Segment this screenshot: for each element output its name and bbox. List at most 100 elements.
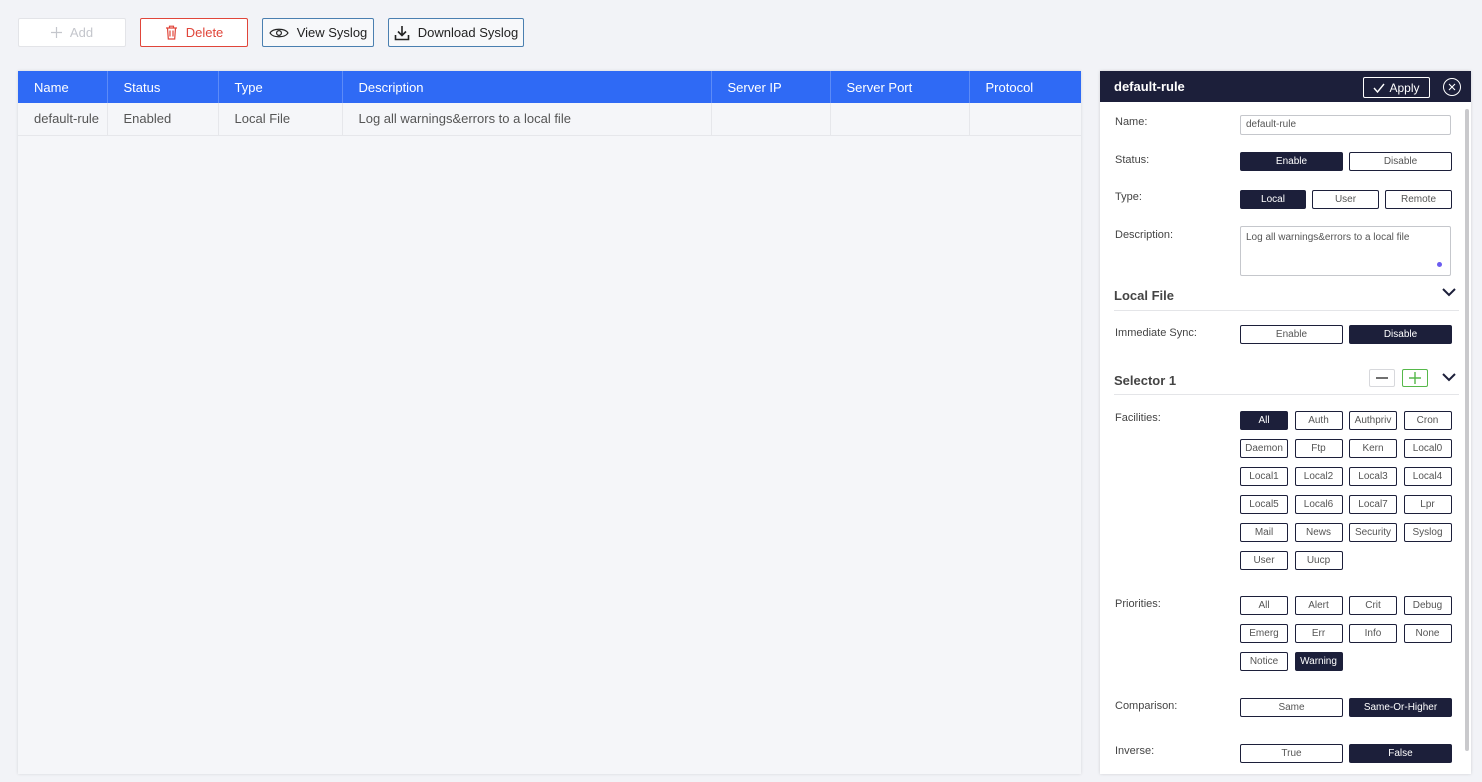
facility-chip-syslog[interactable]: Syslog	[1403, 523, 1452, 542]
inverse-true-option[interactable]: True	[1240, 744, 1343, 763]
type-remote-option[interactable]: Remote	[1385, 190, 1452, 209]
local-file-section-title: Local File	[1114, 288, 1174, 303]
priority-chip-notice[interactable]: Notice	[1240, 652, 1288, 671]
cell-server-port	[830, 103, 970, 135]
facility-chip-local6[interactable]: Local6	[1294, 495, 1343, 514]
facility-chip-cron[interactable]: Cron	[1403, 411, 1452, 430]
add-button[interactable]: Add	[18, 18, 126, 47]
facility-chip-local0[interactable]: Local0	[1403, 439, 1452, 458]
priority-chip-debug[interactable]: Debug	[1403, 596, 1452, 615]
facility-chip-local3[interactable]: Local3	[1349, 467, 1397, 486]
status-label: Status:	[1115, 154, 1150, 166]
facility-chip-kern[interactable]: Kern	[1349, 439, 1397, 458]
rule-edit-panel: default-rule Apply Name: default-rule St…	[1100, 71, 1471, 774]
facility-chip-daemon[interactable]: Daemon	[1240, 439, 1288, 458]
check-icon	[1373, 83, 1386, 93]
facility-chip-security[interactable]: Security	[1349, 523, 1397, 542]
status-disable-option[interactable]: Disable	[1349, 152, 1452, 171]
column-header-name[interactable]: Name	[18, 71, 108, 103]
facility-chip-news[interactable]: News	[1294, 523, 1343, 542]
facility-chip-all[interactable]: All	[1240, 411, 1288, 430]
immediate-sync-enable-option[interactable]: Enable	[1240, 325, 1343, 344]
plus-icon	[1409, 372, 1421, 384]
facility-chip-user[interactable]: User	[1240, 551, 1288, 570]
facility-chip-authpriv[interactable]: Authpriv	[1349, 411, 1397, 430]
add-button-label: Add	[69, 25, 94, 40]
column-header-protocol[interactable]: Protocol	[969, 71, 1081, 103]
facility-chip-auth[interactable]: Auth	[1294, 411, 1343, 430]
facility-chip-local7[interactable]: Local7	[1349, 495, 1397, 514]
delete-button-label: Delete	[185, 25, 224, 40]
inverse-false-option[interactable]: False	[1349, 744, 1452, 763]
inverse-label: Inverse:	[1115, 745, 1155, 757]
remove-selector-button[interactable]	[1369, 369, 1395, 387]
status-enable-option[interactable]: Enable	[1240, 152, 1343, 171]
facility-chip-local1[interactable]: Local1	[1240, 467, 1288, 486]
facility-chip-local2[interactable]: Local2	[1294, 467, 1343, 486]
chevron-down-icon[interactable]	[1441, 286, 1457, 298]
close-button[interactable]	[1443, 78, 1461, 96]
apply-button[interactable]: Apply	[1363, 77, 1430, 98]
trash-icon	[165, 25, 177, 40]
column-header-server-ip[interactable]: Server IP	[711, 71, 831, 103]
priority-chip-all[interactable]: All	[1240, 596, 1288, 615]
type-user-option[interactable]: User	[1312, 190, 1379, 209]
delete-button[interactable]: Delete	[140, 18, 248, 47]
priority-chip-warning[interactable]: Warning	[1294, 652, 1343, 671]
immediate-sync-disable-option[interactable]: Disable	[1349, 325, 1452, 344]
rules-table: Name Status Type Description Server IP S…	[18, 71, 1081, 774]
eye-icon	[269, 28, 289, 37]
facilities-label: Facilities:	[1115, 412, 1161, 424]
divider	[1114, 310, 1459, 311]
facility-chip-local4[interactable]: Local4	[1403, 467, 1452, 486]
facility-chip-ftp[interactable]: Ftp	[1294, 439, 1343, 458]
download-syslog-button[interactable]: Download Syslog	[388, 18, 524, 47]
add-selector-button[interactable]	[1402, 369, 1428, 387]
column-header-type[interactable]: Type	[218, 71, 343, 103]
comparison-same-option[interactable]: Same	[1240, 698, 1343, 717]
comparison-same-or-higher-option[interactable]: Same-Or-Higher	[1349, 698, 1452, 717]
facility-chip-uucp[interactable]: Uucp	[1294, 551, 1343, 570]
column-header-server-port[interactable]: Server Port	[830, 71, 970, 103]
facility-chip-lpr[interactable]: Lpr	[1403, 495, 1452, 514]
cell-protocol	[969, 103, 1081, 135]
type-local-option[interactable]: Local	[1240, 190, 1306, 209]
priority-chip-err[interactable]: Err	[1294, 624, 1343, 643]
view-syslog-label: View Syslog	[296, 25, 368, 40]
panel-header: default-rule Apply	[1100, 71, 1471, 102]
priority-chip-alert[interactable]: Alert	[1294, 596, 1343, 615]
facility-chip-local5[interactable]: Local5	[1240, 495, 1288, 514]
resize-handle[interactable]	[1437, 262, 1442, 267]
priorities-label: Priorities:	[1115, 598, 1161, 610]
priority-chip-none[interactable]: None	[1403, 624, 1452, 643]
name-input[interactable]: default-rule	[1240, 115, 1451, 135]
toolbar: Add Delete View Syslog Download Syslog	[18, 18, 524, 47]
facility-chip-mail[interactable]: Mail	[1240, 523, 1288, 542]
type-label: Type:	[1115, 191, 1142, 203]
divider	[1114, 394, 1459, 395]
cell-server-ip	[711, 103, 831, 135]
plus-icon	[50, 27, 62, 38]
selector-section-title: Selector 1	[1114, 373, 1177, 388]
panel-scrollbar[interactable]	[1465, 109, 1469, 751]
table-row[interactable]: default-rule Enabled Local File Log all …	[18, 103, 1081, 135]
chevron-down-icon[interactable]	[1441, 371, 1457, 383]
description-text: Log all warnings&errors to a local file	[1246, 232, 1410, 243]
minus-icon	[1376, 377, 1388, 379]
column-header-status[interactable]: Status	[107, 71, 219, 103]
immediate-sync-label: Immediate Sync:	[1115, 327, 1197, 339]
cell-description: Log all warnings&errors to a local file	[342, 103, 712, 135]
comparison-label: Comparison:	[1115, 700, 1178, 712]
priority-chip-info[interactable]: Info	[1349, 624, 1397, 643]
panel-title: default-rule	[1114, 79, 1185, 94]
view-syslog-button[interactable]: View Syslog	[262, 18, 374, 47]
priority-chip-crit[interactable]: Crit	[1349, 596, 1397, 615]
cell-status: Enabled	[107, 103, 219, 135]
description-textarea[interactable]: Log all warnings&errors to a local file	[1240, 226, 1451, 276]
column-header-description[interactable]: Description	[342, 71, 712, 103]
priority-chip-emerg[interactable]: Emerg	[1240, 624, 1288, 643]
apply-button-label: Apply	[1389, 80, 1420, 95]
download-icon	[394, 25, 410, 40]
download-syslog-label: Download Syslog	[417, 25, 519, 40]
cell-type: Local File	[218, 103, 343, 135]
